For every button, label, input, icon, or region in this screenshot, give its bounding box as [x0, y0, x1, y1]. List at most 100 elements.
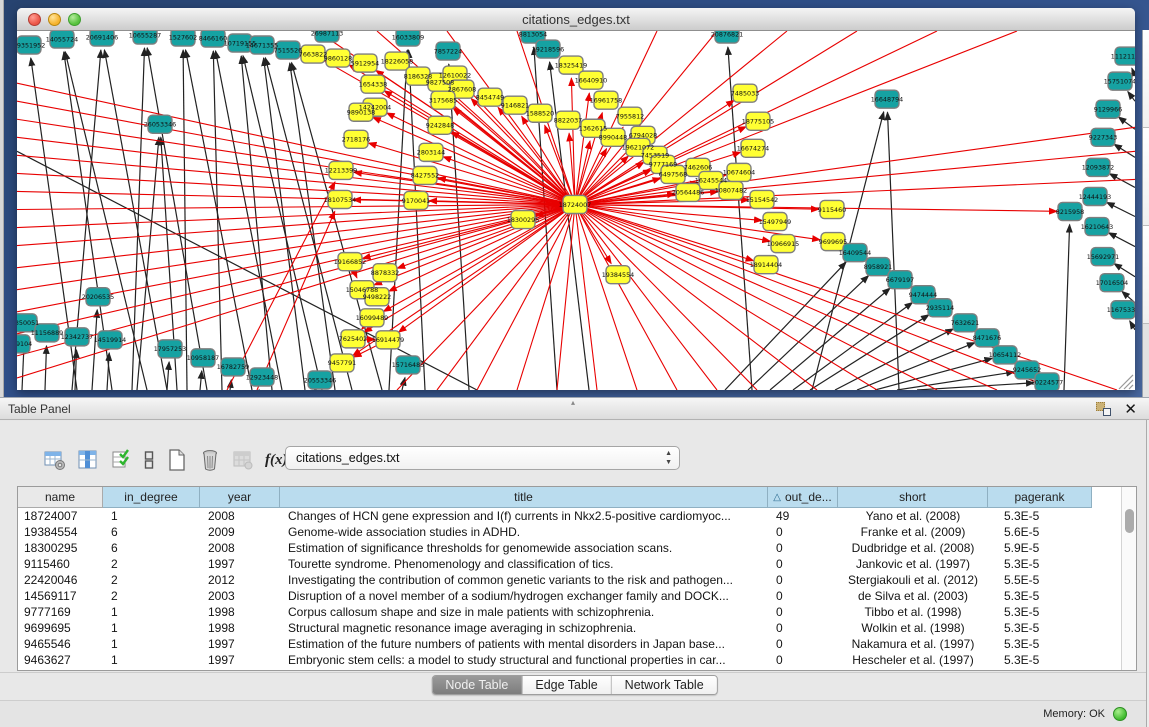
table-cell: Yano et al. (2008) [838, 508, 988, 524]
split-divider-handle-icon[interactable]: ▴ [571, 398, 575, 407]
graph-node-label: 16914479 [372, 336, 404, 344]
table-cell: 9777169 [18, 604, 103, 620]
graph-node-label: 16210643 [1081, 223, 1113, 231]
table-cell: 1 [103, 652, 200, 668]
delete-columns-icon[interactable] [197, 447, 223, 473]
table-cell: Jankovic et al. (1997) [838, 556, 988, 572]
graph-node-label: 19384554 [602, 271, 634, 279]
table-row[interactable]: 946554611997Estimation of the future num… [18, 636, 1121, 652]
graph-node-label: 5912954 [351, 59, 379, 67]
graph-node-label: 20564486 [672, 189, 704, 197]
table-cell: 5.3E-5 [988, 620, 1092, 636]
table-cell: Estimation of the future numbers of pati… [280, 636, 768, 652]
table-cell: 0 [768, 588, 838, 604]
graph-node-label: 16409544 [839, 249, 871, 257]
graph-node-label: 8454749 [476, 93, 504, 101]
graph-node-label: 17016504 [1096, 279, 1128, 287]
table-row[interactable]: 946362711997Embryonic stem cells: a mode… [18, 652, 1121, 668]
graph-node-label: 10655287 [129, 31, 161, 39]
table-mode-icon[interactable] [42, 447, 68, 473]
new-column-icon[interactable] [164, 447, 190, 473]
network-window-titlebar[interactable]: citations_edges.txt [17, 8, 1135, 31]
column-header-short[interactable]: short [838, 487, 988, 508]
column-header-in_degree[interactable]: in_degree [103, 487, 200, 508]
table-tabs-row: Node TableEdge TableNetwork Table [0, 672, 1149, 700]
table-cell: Tourette syndrome. Phenomenology and cla… [280, 556, 768, 572]
table-cell: 1 [103, 604, 200, 620]
tab-node-table[interactable]: Node Table [432, 676, 522, 694]
table-cell: Stergiakouli et al. (2012) [838, 572, 988, 588]
table-row[interactable]: 1872400712008Changes of HCN gene express… [18, 508, 1121, 524]
graph-node-label: 8471676 [973, 334, 1001, 342]
table-cell: 2 [103, 556, 200, 572]
table-row[interactable]: 1456911722003Disruption of a novel membe… [18, 588, 1121, 604]
table-cell: Genome-wide association studies in ADHD. [280, 524, 768, 540]
graph-node-label: 9699695 [819, 238, 847, 246]
table-row[interactable]: 977716911998Corpus callosum shape and si… [18, 604, 1121, 620]
table-cell: Estimation of significance thresholds fo… [280, 540, 768, 556]
table-row[interactable]: 969969511998Structural magnetic resonanc… [18, 620, 1121, 636]
resize-grip-icon [1119, 375, 1133, 389]
graph-node-label: 12213399 [325, 167, 357, 175]
select-columns-icon[interactable] [108, 447, 134, 473]
graph-node-label: 2803144 [417, 149, 445, 157]
graph-node-label: 8878332 [371, 269, 399, 277]
table-cell: 9465546 [18, 636, 103, 652]
graph-node-label: 11156889 [31, 329, 63, 337]
graph-node-label: 7625402 [339, 335, 367, 343]
graph-node-label: 7462606 [684, 164, 712, 172]
close-icon[interactable]: ✕ [1124, 400, 1137, 418]
network-window[interactable]: citations_edges.txt 18724007766382298601… [17, 8, 1135, 390]
table-cell: 19384554 [18, 524, 103, 540]
graph-node-label: 16961758 [590, 96, 622, 104]
graph-node-label: 12923448 [246, 373, 278, 381]
column-header-out_de[interactable]: △out_de... [768, 487, 838, 508]
table-cell: 5.3E-5 [988, 588, 1092, 604]
memory-ok-indicator-icon[interactable] [1113, 707, 1127, 721]
table-cell: Structural magnetic resonance image aver… [280, 620, 768, 636]
table-cell: 6 [103, 524, 200, 540]
graph-node-label: 15751074 [1104, 77, 1135, 85]
show-column-icon[interactable] [75, 447, 101, 473]
scrollbar-thumb[interactable] [1125, 509, 1134, 533]
graph-node-label: 9777169 [649, 161, 677, 169]
table-cell: Changes of HCN gene expression and I(f) … [280, 508, 768, 524]
graph-node-label: 12342737 [61, 333, 93, 341]
row-height-icon[interactable] [141, 447, 157, 473]
import-table-icon[interactable] [230, 447, 256, 473]
table-row[interactable]: 1830029562008Estimation of significance … [18, 540, 1121, 556]
graph-node-label: 9890138 [347, 109, 375, 117]
vertical-scrollbar[interactable] [1121, 487, 1136, 670]
network-canvas[interactable]: 1872400776638229860128591295418226058818… [17, 31, 1135, 390]
column-header-title[interactable]: title [280, 487, 768, 508]
table-row[interactable]: 1938455462009Genome-wide association stu… [18, 524, 1121, 540]
table-cell: 5.9E-5 [988, 540, 1092, 556]
table-selector-dropdown[interactable]: citations_edges.txt ▲▼ [285, 446, 680, 470]
table-cell: 18724007 [18, 508, 103, 524]
graph-node-label: 2935114 [926, 304, 954, 312]
citation-graph[interactable]: 1872400776638229860128591295418226058818… [17, 31, 1135, 390]
graph-node-label: 19166852 [334, 258, 366, 266]
table-cell: 22420046 [18, 572, 103, 588]
table-row[interactable]: 911546021997Tourette syndrome. Phenomeno… [18, 556, 1121, 572]
column-header-pagerank[interactable]: pagerank [988, 487, 1092, 508]
graph-node-label: 7453519 [641, 152, 669, 160]
table-cell: Tibbo et al. (1998) [838, 604, 988, 620]
table-cell: Corpus callosum shape and size in male p… [280, 604, 768, 620]
graph-node-label: 10654112 [989, 351, 1021, 359]
graph-node-label: 6679197 [886, 276, 914, 284]
table-row[interactable]: 2242004622012Investigating the contribut… [18, 572, 1121, 588]
table-body: 1872400712008Changes of HCN gene express… [18, 508, 1121, 670]
graph-node-label: 20691406 [86, 33, 118, 41]
table-cell: 5.6E-5 [988, 524, 1092, 540]
float-window-icon[interactable] [1096, 402, 1111, 416]
column-header-year[interactable]: year [200, 487, 280, 508]
table-cell: 2 [103, 572, 200, 588]
tab-edge-table[interactable]: Edge Table [522, 676, 611, 694]
tab-network-table[interactable]: Network Table [612, 676, 717, 694]
status-bar: Memory: OK [0, 700, 1149, 727]
column-header-name[interactable]: name [18, 487, 103, 508]
graph-node-label: 1654338 [359, 80, 387, 88]
graph-node-label: 20876821 [711, 31, 743, 38]
graph-node-label: 18226058 [381, 57, 413, 65]
